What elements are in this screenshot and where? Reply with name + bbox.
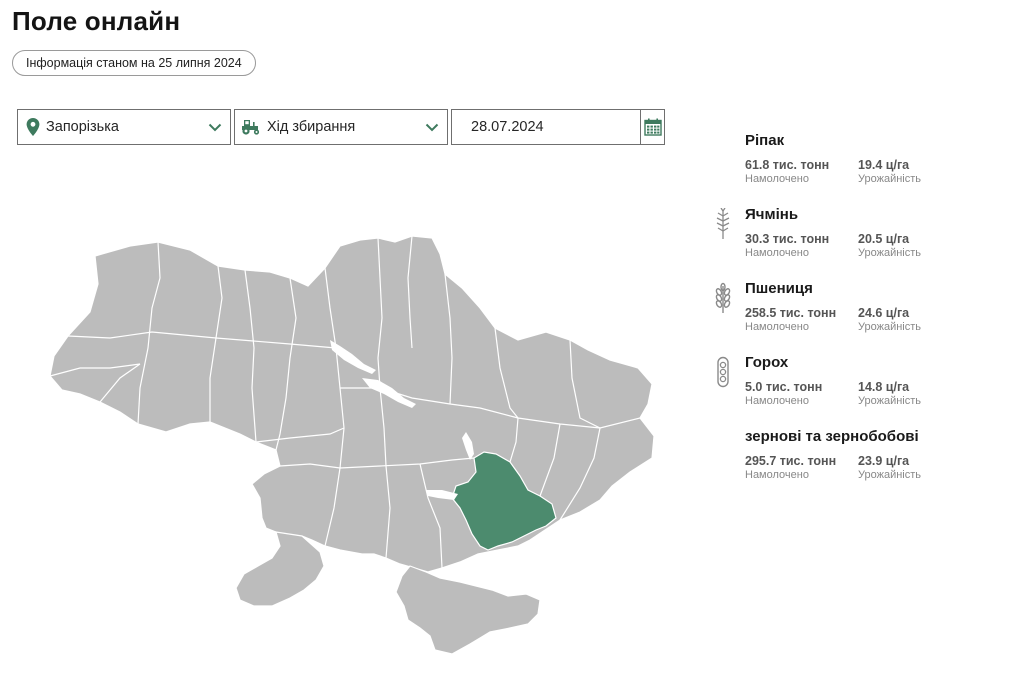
- harvested-label: Намолочено: [745, 469, 809, 481]
- yield-block: 23.9 ц/га Урожайність: [858, 454, 921, 481]
- crop-name: Пшениця: [745, 280, 813, 297]
- yield-block: 20.5 ц/га Урожайність: [858, 232, 921, 259]
- date-field[interactable]: 28.07.2024: [451, 109, 665, 145]
- ukraine-map: [49, 235, 655, 655]
- info-date-badge: Інформація станом на 25 липня 2024: [12, 50, 256, 76]
- crop-name: зернові та зернобобові: [745, 428, 919, 445]
- crop-name: Горох: [745, 354, 789, 371]
- yield-value: 14.8 ц/га: [858, 380, 910, 394]
- yield-label: Урожайність: [858, 395, 922, 407]
- crop-item-horokh: Горох 5.0 тис. тонн Намолочено 14.8 ц/га…: [712, 354, 1002, 414]
- crimea: [395, 565, 541, 655]
- country-outline: [49, 235, 655, 573]
- harvested-value: 258.5 тис. тонн: [745, 306, 837, 320]
- harvested-value: 5.0 тис. тонн: [745, 380, 823, 394]
- yield-value: 23.9 ц/га: [858, 454, 910, 468]
- crop-item-yachmin: Ячмінь 30.3 тис. тонн Намолочено 20.5 ц/…: [712, 206, 1002, 266]
- harvested-label: Намолочено: [745, 395, 809, 407]
- region-select-value: Запорізька: [46, 119, 119, 135]
- harvested-label: Намолочено: [745, 247, 809, 259]
- harvested-value: 30.3 тис. тонн: [745, 232, 830, 246]
- yield-label: Урожайність: [858, 321, 922, 333]
- harvested-block: 295.7 тис. тонн Намолочено: [745, 454, 836, 481]
- southwest-region: [235, 531, 325, 607]
- harvested-value: 295.7 тис. тонн: [745, 454, 837, 468]
- yield-value: 19.4 ц/га: [858, 158, 910, 172]
- chevron-down-icon: [208, 123, 222, 132]
- yield-label: Урожайність: [858, 469, 922, 481]
- calendar-button[interactable]: [640, 110, 664, 144]
- yield-block: 19.4 ц/га Урожайність: [858, 158, 921, 185]
- location-pin-icon: [26, 118, 40, 136]
- barley-icon: [716, 208, 730, 239]
- harvested-label: Намолочено: [745, 321, 809, 333]
- mode-select[interactable]: Хід збирання: [234, 109, 448, 145]
- yield-block: 24.6 ц/га Урожайність: [858, 306, 921, 333]
- yield-label: Урожайність: [858, 247, 922, 259]
- date-field-value: 28.07.2024: [471, 119, 544, 135]
- crop-item-ripak: Ріпак 61.8 тис. тонн Намолочено 19.4 ц/г…: [712, 132, 1002, 192]
- page-title: Поле онлайн: [12, 6, 181, 36]
- crop-name: Ячмінь: [745, 206, 799, 223]
- harvested-block: 258.5 тис. тонн Намолочено: [745, 306, 836, 333]
- region-select[interactable]: Запорізька: [17, 109, 231, 145]
- chevron-down-icon: [425, 123, 439, 132]
- tractor-icon: [242, 120, 260, 135]
- harvested-block: 61.8 тис. тонн Намолочено: [745, 158, 829, 185]
- yield-value: 20.5 ц/га: [858, 232, 910, 246]
- yield-label: Урожайність: [858, 173, 922, 185]
- crop-name: Ріпак: [745, 132, 785, 149]
- yield-block: 14.8 ц/га Урожайність: [858, 380, 921, 407]
- crop-item-zernovi: зернові та зернобобові 295.7 тис. тонн Н…: [712, 428, 1002, 488]
- harvested-block: 30.3 тис. тонн Намолочено: [745, 232, 829, 259]
- harvested-value: 61.8 тис. тонн: [745, 158, 830, 172]
- wheat-icon: [715, 282, 731, 313]
- mode-select-value: Хід збирання: [267, 119, 356, 135]
- pea-pod-icon: [717, 356, 729, 388]
- harvested-label: Намолочено: [745, 173, 809, 185]
- yield-value: 24.6 ц/га: [858, 306, 910, 320]
- harvested-block: 5.0 тис. тонн Намолочено: [745, 380, 822, 407]
- calendar-icon: [643, 118, 662, 136]
- crop-item-pshenytsia: Пшениця 258.5 тис. тонн Намолочено 24.6 …: [712, 280, 1002, 340]
